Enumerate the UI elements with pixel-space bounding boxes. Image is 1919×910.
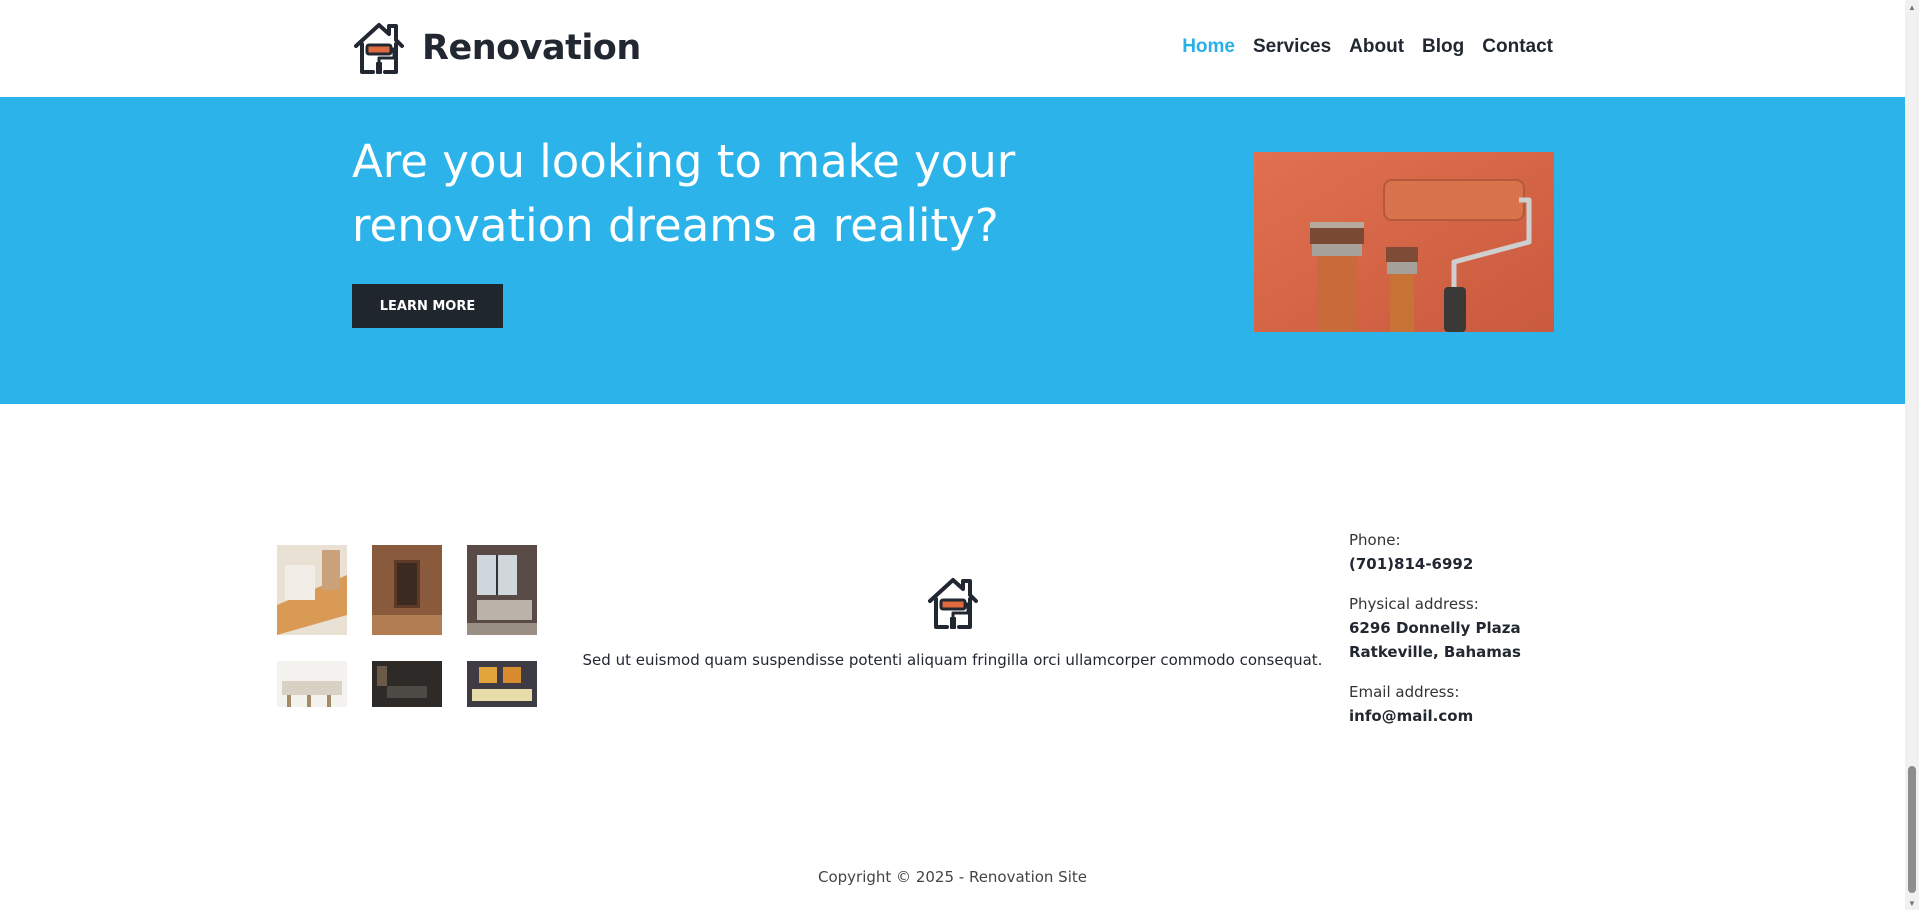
copyright-text: Copyright © 2025 - Renovation Site [818,868,1087,886]
brand-link[interactable]: Renovation [352,20,641,76]
gallery-thumb[interactable] [467,545,537,635]
page-scrollbar[interactable]: ▲ ▼ [1905,0,1919,910]
hero-section: Are you looking to make your renovation … [0,97,1905,404]
gallery-thumb[interactable] [372,545,442,635]
address-value: 6296 Donnelly Plaza Ratkeville, Bahamas [1349,619,1521,661]
scrollbar-thumb[interactable] [1908,766,1916,893]
nav-home[interactable]: Home [1173,36,1244,58]
gallery-grid [277,545,537,711]
phone-value[interactable]: (701)814-6992 [1349,552,1609,576]
email-label: Email address: [1349,683,1460,701]
footer-description: Sed ut euismod quam suspendisse potenti … [582,651,1323,669]
site-header: Renovation Home Services About Blog Cont… [0,0,1905,97]
phone-label: Phone: [1349,531,1401,549]
learn-more-button[interactable]: LEARN MORE [352,284,503,328]
footer-about: Sed ut euismod quam suspendisse potenti … [560,575,1345,669]
brand-name: Renovation [422,28,641,68]
gallery-thumb[interactable] [277,661,347,707]
scroll-up-arrow-icon[interactable]: ▲ [1905,0,1919,14]
nav-services[interactable]: Services [1244,36,1340,58]
nav-about[interactable]: About [1340,36,1413,58]
nav-contact[interactable]: Contact [1473,36,1553,58]
address-label: Physical address: [1349,595,1479,613]
gallery-thumb[interactable] [467,661,537,707]
gallery-thumb[interactable] [277,545,347,635]
main-nav: Home Services About Blog Contact [1173,36,1553,58]
gallery-thumb[interactable] [372,661,442,707]
house-roller-logo-icon [354,23,404,74]
nav-blog[interactable]: Blog [1413,36,1473,58]
hero-image [1254,152,1554,332]
email-value[interactable]: info@mail.com [1349,704,1609,728]
contact-info: Phone: (701)814-6992 Physical address: 6… [1349,528,1609,744]
house-roller-logo-icon [927,578,978,629]
scroll-down-arrow-icon[interactable]: ▼ [1905,896,1919,910]
hero-title: Are you looking to make your renovation … [352,135,1016,252]
